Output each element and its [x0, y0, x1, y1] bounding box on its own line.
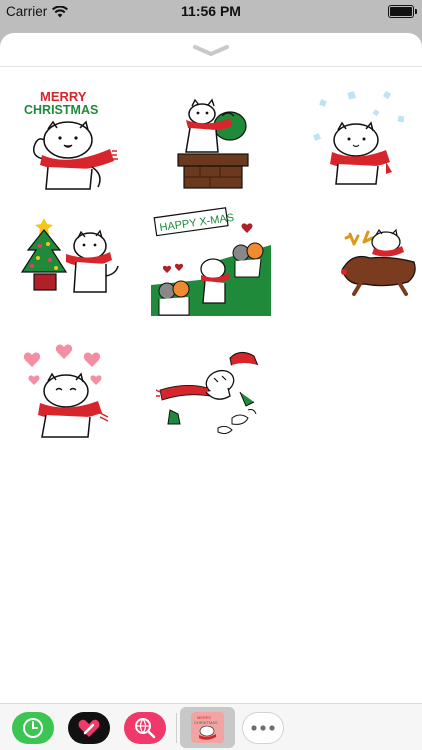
sticker-christmas-tree[interactable]: [18, 216, 123, 306]
battery-level: [390, 7, 412, 16]
sticker-hearts-love[interactable]: [20, 341, 120, 441]
heart-hand-icon: [78, 719, 100, 737]
christmas-sticker-pack-app-button[interactable]: MERRY CHRISTMAS: [180, 707, 235, 748]
sticker-sheet: MERRY CHRISTMAS HAPPY X-MAS: [0, 33, 422, 703]
clock-icon: [23, 718, 43, 738]
messages-sticker-screen: Carrier 11:56 PM MERRY CHRISTMAS HAPPY X…: [0, 0, 422, 750]
sheet-divider: [0, 66, 422, 67]
battery-icon: [388, 5, 417, 18]
digital-touch-app-button[interactable]: [68, 712, 110, 744]
recents-app-button[interactable]: [12, 712, 54, 744]
clock: 11:56 PM: [181, 3, 241, 19]
globe-search-icon: [135, 718, 156, 739]
app-drawer: MERRY CHRISTMAS: [0, 703, 422, 750]
status-bar: Carrier 11:56 PM: [0, 0, 422, 24]
sticker-happy-xmas-couples[interactable]: HAPPY X-MAS: [151, 205, 271, 316]
drawer-separator: [176, 713, 177, 743]
chevron-down-icon: [193, 45, 229, 56]
collapse-sheet-button[interactable]: [191, 43, 231, 57]
sticker-reindeer-ride[interactable]: [340, 228, 422, 298]
images-search-app-button[interactable]: [124, 712, 166, 744]
sticker-snowing[interactable]: [310, 88, 410, 188]
sticker-santa-hat-fall[interactable]: [156, 348, 271, 448]
sticker-merry-christmas[interactable]: MERRY CHRISTMAS: [18, 85, 128, 195]
ellipsis-icon: [251, 725, 275, 731]
sticker-caption-line2: CHRISTMAS: [24, 103, 98, 117]
sticker-pack-icon: MERRY CHRISTMAS: [191, 712, 224, 743]
svg-text:CHRISTMAS: CHRISTMAS: [194, 720, 218, 725]
sticker-gift-sack-chimney[interactable]: [160, 88, 265, 193]
sticker-caption-line1: MERRY: [40, 89, 87, 104]
more-apps-button[interactable]: [242, 712, 284, 744]
